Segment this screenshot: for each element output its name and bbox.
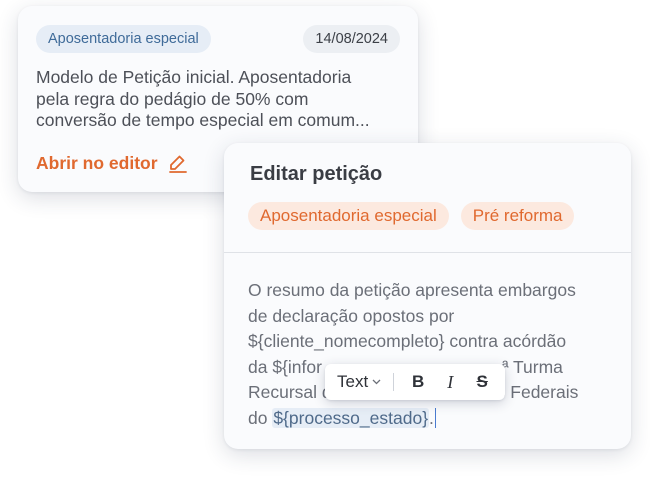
text-fragment: . [429,407,434,428]
text-style-select[interactable]: Text [325,372,381,392]
edit-petition-panel: Editar petição Aposentadoria especial Pr… [224,143,631,449]
italic-button[interactable]: I [440,372,460,393]
strikethrough-button[interactable]: S [472,372,492,392]
summary-line: Modelo de Petição inicial. Aposentadoria [36,67,352,87]
text-style-value: Text [337,372,369,391]
text-fragment: ª Turma [501,356,563,377]
edit-pencil-icon [168,154,187,173]
toolbar-separator [393,373,395,391]
text-line: de declaração opostos por [248,305,455,326]
summary-line: conversão de tempo especial em comum... [36,110,370,130]
template-variable[interactable]: ${processo_estado} [272,407,430,428]
text-caret [434,407,437,428]
panel-title: Editar petição [250,163,383,185]
text-fragment: Recursal d [248,382,332,402]
open-editor-label: Abrir no editor [36,153,158,173]
petition-summary: Modelo de Petição inicial. Aposentadoria… [36,67,406,132]
chevron-down-icon [372,379,381,385]
text-fragment: da ${infor [248,356,322,377]
text-fragment: do [248,407,273,428]
text-line: ${cliente_nomecompleto} contra acórdão [248,331,567,351]
formatting-toolbar: Text B I S [325,364,505,400]
divider [224,252,631,253]
date-badge: 14/08/2024 [303,25,400,53]
text-fragment: s Federais [496,382,579,402]
tag-pre-reforma[interactable]: Pré reforma [460,202,575,230]
text-line: O resumo da petição apresenta embargos [248,280,576,300]
petition-text-editor[interactable]: O resumo da petição apresenta embargos d… [248,278,618,431]
category-tag: Aposentadoria especial [36,25,211,53]
bold-button[interactable]: B [408,372,428,392]
tag-list: Aposentadoria especial Pré reforma [248,202,575,230]
open-editor-link[interactable]: Abrir no editor [36,151,187,175]
summary-line: pela regra do pedágio de 50% com [36,88,309,109]
text-line: do ${processo_estado}. [248,406,618,432]
tag-aposentadoria-especial[interactable]: Aposentadoria especial [248,202,449,230]
